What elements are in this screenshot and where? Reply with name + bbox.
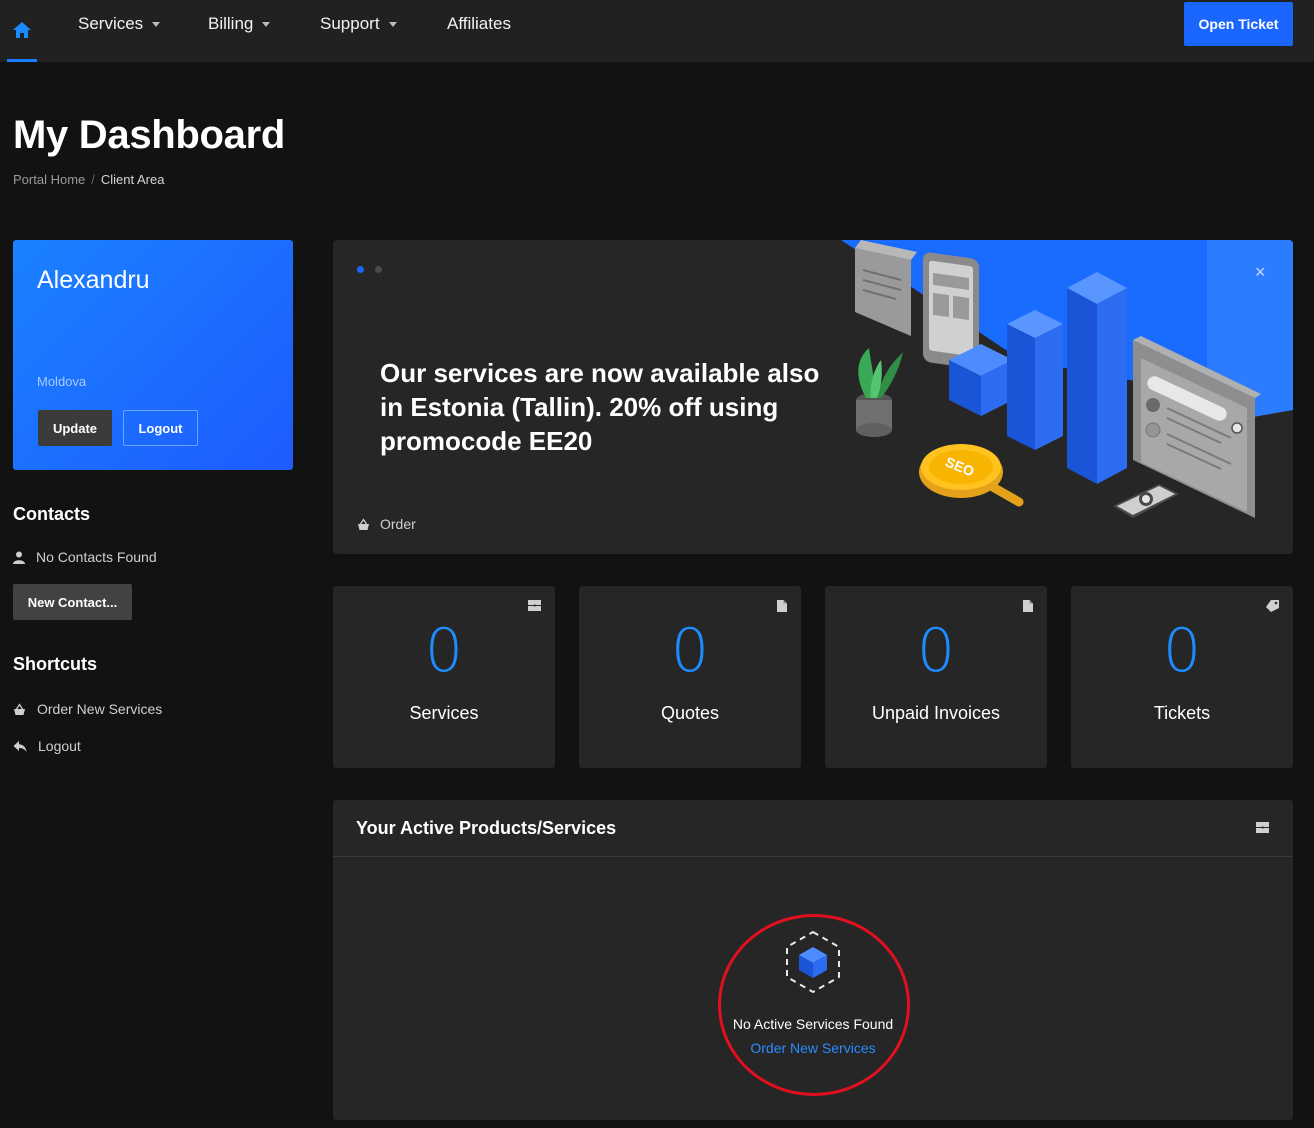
chevron-down-icon	[388, 21, 397, 27]
profile-country: Moldova	[37, 374, 87, 389]
user-icon	[13, 551, 25, 564]
home-icon	[13, 21, 31, 38]
profile-card: Alexandru Moldova Update Logout	[13, 240, 293, 470]
stat-value: 0	[916, 616, 956, 686]
nav-services-label: Services	[78, 14, 144, 33]
contacts-heading: Contacts	[13, 504, 91, 524]
shortcut-order-new-services[interactable]: Order New Services	[13, 701, 162, 717]
update-button[interactable]: Update	[38, 410, 112, 446]
shortcut-order-label: Order New Services	[37, 701, 163, 717]
panel-title: Your Active Products/Services	[356, 818, 617, 838]
carousel-dots	[357, 266, 393, 273]
stat-tile-tickets[interactable]: 0 Tickets	[1071, 586, 1293, 768]
banner-order-link[interactable]: Order	[357, 516, 416, 532]
nav-services[interactable]: Services	[78, 0, 161, 48]
nav-affiliates[interactable]: Affiliates	[447, 0, 511, 48]
new-contact-button[interactable]: New Contact...	[13, 584, 132, 620]
stat-label: Quotes	[660, 703, 720, 723]
shortcuts-heading: Shortcuts	[13, 654, 98, 674]
basket-icon	[358, 517, 369, 530]
nav-support-label: Support	[320, 14, 380, 33]
home-button[interactable]	[7, 0, 37, 62]
nav-billing-label: Billing	[208, 14, 254, 33]
stat-value: 0	[670, 616, 710, 686]
stat-tile-unpaid-invoices[interactable]: 0 Unpaid Invoices	[825, 586, 1047, 768]
tag-icon	[1266, 600, 1279, 612]
promo-banner: Our services are now available also in E…	[333, 240, 1293, 554]
close-icon[interactable]: ×	[1255, 262, 1266, 283]
top-navbar: Services Billing Support Affiliates Open…	[0, 0, 1314, 62]
stat-label: Unpaid Invoices	[871, 703, 1001, 723]
banner-headline: Our services are now available also in E…	[380, 358, 820, 456]
shortcut-logout[interactable]: Logout	[13, 738, 81, 754]
no-active-services-text: No Active Services Found	[732, 1016, 894, 1032]
order-new-services-link[interactable]: Order New Services	[333, 1040, 1293, 1056]
stat-value: 0	[1162, 616, 1202, 686]
stat-tile-quotes[interactable]: 0 Quotes	[579, 586, 801, 768]
breadcrumb-portal-home[interactable]: Portal Home	[13, 172, 85, 187]
breadcrumb-separator: /	[91, 172, 95, 187]
open-ticket-button[interactable]: Open Ticket	[1184, 2, 1293, 46]
nav-affiliates-label: Affiliates	[447, 14, 511, 33]
nav-billing[interactable]: Billing	[208, 0, 271, 48]
document-icon	[777, 600, 787, 612]
no-contacts-text: No Contacts Found	[36, 549, 157, 565]
panel-header: Your Active Products/Services	[333, 800, 1293, 857]
stat-label: Tickets	[1153, 703, 1211, 723]
seo-illustration: SEO	[841, 240, 1293, 518]
chevron-down-icon	[262, 21, 271, 27]
breadcrumb-client-area: Client Area	[100, 172, 165, 187]
carousel-dot[interactable]	[375, 266, 382, 273]
stat-tile-services[interactable]: 0 Services	[333, 586, 555, 768]
carousel-dot-active[interactable]	[357, 266, 364, 273]
profile-name: Alexandru	[37, 266, 150, 294]
breadcrumb: Portal Home / Client Area	[13, 172, 164, 187]
server-icon	[1256, 822, 1269, 833]
cube-icon	[786, 930, 840, 994]
banner-order-label: Order	[380, 516, 416, 532]
nav-support[interactable]: Support	[320, 0, 397, 48]
basket-icon	[14, 702, 25, 715]
active-products-panel: Your Active Products/Services No Active …	[333, 800, 1293, 1120]
server-icon	[528, 600, 541, 611]
reply-arrow-icon	[13, 740, 27, 752]
stat-label: Services	[409, 703, 479, 723]
no-contacts-row: No Contacts Found	[13, 549, 157, 565]
stat-value: 0	[424, 616, 464, 686]
logout-button[interactable]: Logout	[123, 410, 198, 446]
chevron-down-icon	[152, 21, 161, 27]
shortcut-logout-label: Logout	[38, 738, 81, 754]
document-icon	[1023, 600, 1033, 612]
page-title: My Dashboard	[13, 113, 286, 157]
